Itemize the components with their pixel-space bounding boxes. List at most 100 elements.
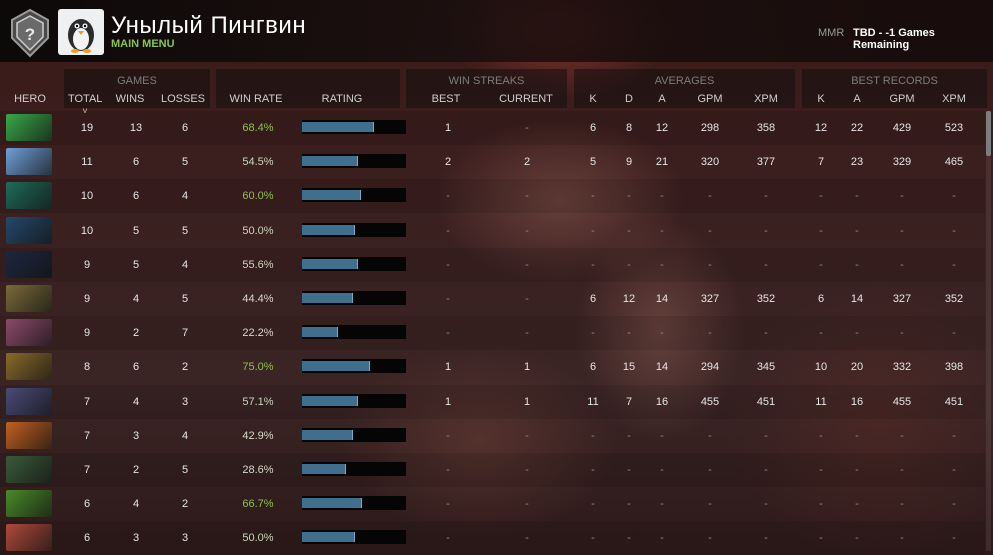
scrollbar-thumb[interactable] (986, 111, 991, 156)
cell-best: - (446, 464, 450, 476)
column-header-avg-d[interactable]: D (619, 93, 639, 105)
win-streaks-group-title: WIN STREAKS (448, 75, 525, 87)
column-header-rating[interactable]: RATING (312, 93, 372, 105)
cell-a: - (660, 190, 664, 203)
hero-portrait-icon[interactable] (6, 250, 52, 278)
hero-portrait-icon[interactable] (6, 490, 52, 518)
avatar[interactable] (58, 9, 104, 55)
cell-a: 14 (655, 361, 669, 374)
cell-rk: 11 (815, 395, 827, 408)
cell-d: - (627, 327, 631, 340)
cell-current: - (525, 464, 529, 476)
hero-portrait-icon[interactable] (6, 387, 52, 415)
cell-win-rate: 66.7% (242, 498, 274, 511)
cell-best: 2 (444, 156, 452, 169)
rating-bar-fill (302, 395, 358, 406)
cell-current: - (525, 498, 529, 511)
hero-portrait-icon[interactable] (6, 421, 52, 449)
column-header-rec-a[interactable]: A (847, 93, 867, 105)
table-row[interactable]: 7 2 5 - - - - - - - - - - - 28.6% (0, 453, 985, 487)
hero-portrait-icon[interactable] (6, 353, 52, 381)
table-row[interactable]: 9 5 4 - - - - - - - - - - - 55.6% (0, 247, 985, 282)
rating-bar-fill (302, 327, 338, 338)
cell-total: 19 (80, 122, 94, 134)
column-header-win-rate[interactable]: WIN RATE (226, 93, 286, 105)
table-row[interactable]: 10 6 4 - - - - - - - - - - - 60.0% (0, 179, 985, 214)
cell-wins: 4 (132, 498, 140, 511)
profile-header: ? Унылый Пингвин MAIN MENU MMR TBD - -1 … (0, 0, 993, 62)
cell-a: - (660, 258, 664, 271)
cell-gpm: 455 (700, 395, 720, 408)
cell-rk: - (819, 327, 823, 340)
hero-portrait-icon[interactable] (6, 285, 52, 312)
cell-gpm: - (708, 190, 712, 203)
table-row[interactable]: 7 3 4 - - - - - - - - - - - 42.9% (0, 419, 985, 453)
column-header-wins[interactable]: WINS (112, 93, 148, 105)
table-row[interactable]: 11 6 5 2 2 5 9 21 320 377 7 23 329 465 54.5% (0, 145, 985, 179)
column-header-best[interactable]: BEST (426, 93, 466, 105)
table-row[interactable]: 7 4 3 1 1 11 7 16 455 451 11 16 455 451 57.1% (0, 384, 985, 419)
hero-portrait-icon[interactable] (6, 114, 52, 141)
cell-current: 1 (523, 361, 531, 374)
cell-xpm: 345 (756, 361, 776, 374)
cell-rxpm: - (952, 429, 956, 442)
cell-xpm: - (764, 464, 768, 476)
cell-win-rate: 60.0% (242, 190, 274, 203)
cell-total: 7 (83, 395, 91, 408)
player-name: Унылый Пингвин (111, 12, 307, 39)
cell-losses: 3 (181, 532, 189, 545)
column-header-avg-xpm[interactable]: XPM (746, 93, 786, 105)
table-row[interactable]: 9 2 7 - - - - - - - - - - - 22.2% (0, 316, 985, 351)
cell-losses: 7 (181, 327, 189, 340)
scrollbar[interactable] (986, 111, 991, 551)
main-menu-link[interactable]: MAIN MENU (111, 38, 175, 50)
hero-portrait-icon[interactable] (6, 182, 52, 210)
cell-xpm: 377 (756, 156, 776, 169)
cell-a: 14 (655, 293, 669, 305)
hero-portrait-icon[interactable] (6, 216, 52, 244)
cell-k: - (591, 498, 595, 511)
table-row[interactable]: 6 4 2 - - - - - - - - - - - 66.7% (0, 487, 985, 521)
cell-rxpm: - (952, 498, 956, 511)
cell-rgpm: - (900, 327, 904, 340)
cell-ra: - (855, 429, 859, 442)
table-row[interactable]: 10 5 5 - - - - - - - - - - - 50.0% (0, 214, 985, 248)
column-header-avg-gpm[interactable]: GPM (690, 93, 730, 105)
cell-rgpm: 332 (892, 361, 912, 374)
hero-portrait-icon[interactable] (6, 456, 52, 483)
cell-rgpm: - (900, 429, 904, 442)
column-header-avg-a[interactable]: A (652, 93, 672, 105)
cell-rgpm: 455 (892, 395, 912, 408)
table-row[interactable]: 19 13 6 1 - 6 8 12 298 358 12 22 429 523 68.4% (0, 111, 985, 145)
column-header-avg-k[interactable]: K (583, 93, 603, 105)
question-mark-shield-icon[interactable]: ? (8, 8, 52, 58)
cell-k: - (591, 532, 595, 545)
cell-a: - (660, 498, 664, 511)
cell-total: 10 (80, 190, 94, 203)
cell-rk: 10 (814, 361, 828, 374)
hero-portrait-icon[interactable] (6, 148, 52, 176)
cell-ra: - (855, 190, 859, 203)
hero-portrait-icon[interactable] (6, 524, 52, 552)
cell-best: - (446, 293, 450, 305)
hero-portrait-icon[interactable] (6, 319, 52, 347)
cell-rk: - (819, 532, 823, 545)
cell-xpm: - (764, 190, 768, 203)
column-header-rec-xpm[interactable]: XPM (934, 93, 974, 105)
column-header-rec-gpm[interactable]: GPM (882, 93, 922, 105)
cell-current: - (525, 293, 529, 305)
cell-wins: 2 (132, 464, 140, 476)
column-header-current[interactable]: CURRENT (494, 93, 558, 105)
table-row[interactable]: 9 4 5 - - 6 12 14 327 352 6 14 327 352 44.4% (0, 282, 985, 316)
cell-rxpm: 465 (944, 156, 964, 169)
column-header-rec-k[interactable]: K (811, 93, 831, 105)
cell-a: 16 (655, 395, 669, 408)
cell-rgpm: 327 (892, 293, 912, 305)
column-header-hero[interactable]: HERO (6, 93, 54, 105)
cell-d: - (627, 190, 631, 203)
table-row[interactable]: 8 6 2 1 1 6 15 14 294 345 10 20 332 398 75.0% (0, 350, 985, 384)
table-row[interactable]: 6 3 3 - - - - - - - - - - - 50.0% (0, 521, 985, 555)
cell-losses: 5 (181, 156, 189, 169)
column-header-losses[interactable]: LOSSES (158, 93, 208, 105)
rating-bar (302, 120, 406, 134)
